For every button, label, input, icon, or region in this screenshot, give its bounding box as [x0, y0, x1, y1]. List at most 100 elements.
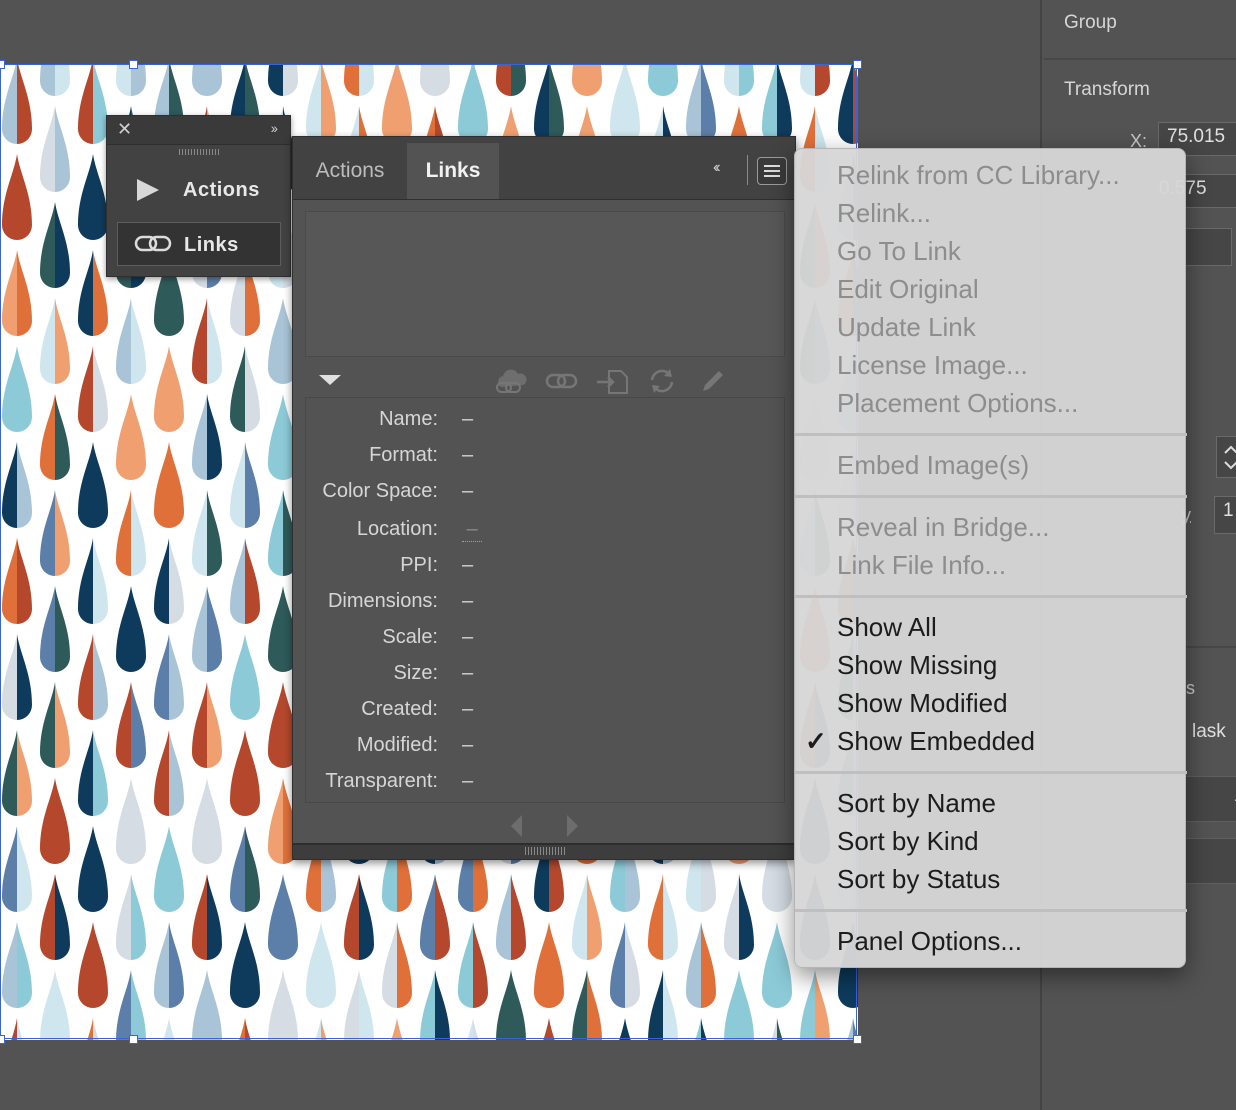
teardrop-shape: [192, 298, 222, 384]
mask-button[interactable]: lask: [1184, 718, 1236, 760]
panel-resize-bar[interactable]: [293, 843, 795, 859]
teardrop-half: [321, 1018, 336, 1040]
selection-handle-top-center[interactable]: [129, 60, 138, 69]
teardrop-shape: [306, 64, 336, 144]
menu-item-relink[interactable]: Relink...: [795, 194, 1187, 232]
teardrop-half: [321, 64, 336, 144]
menu-line: [764, 165, 780, 167]
menu-item-relink-from-cc-library[interactable]: Relink from CC Library...: [795, 156, 1187, 194]
teardrop-shape: [534, 1018, 564, 1040]
teardrop-shape: [154, 442, 184, 528]
teardrop-shape: [534, 64, 564, 144]
next-link-icon[interactable]: [567, 815, 578, 837]
links-list[interactable]: [305, 211, 785, 357]
menu-line: [764, 170, 780, 172]
menu-item-license-image[interactable]: License Image...: [795, 346, 1187, 384]
dock-item-actions[interactable]: Actions: [117, 168, 281, 212]
collapsed-panel-dock: ✕ ›› Actions Links: [106, 115, 291, 277]
tab-actions[interactable]: Actions: [293, 143, 407, 199]
checkmark-icon: ✓: [805, 726, 827, 756]
teardrop-half: [154, 538, 169, 624]
relink-icon[interactable]: [545, 367, 579, 395]
teardrop-half: [154, 346, 169, 432]
rotate-field[interactable]: 1: [1214, 496, 1236, 534]
menu-item-edit-original[interactable]: Edit Original: [795, 270, 1187, 308]
panel-menu-button[interactable]: [757, 157, 787, 185]
teardrop-shape: [192, 586, 222, 672]
collapse-panel-icon[interactable]: ‹‹: [713, 159, 720, 177]
edit-original-icon[interactable]: [697, 367, 727, 395]
info-row-transparent: Transparent: –: [306, 770, 786, 800]
teardrop-half: [192, 586, 207, 672]
menu-item-show-embedded[interactable]: ✓ Show Embedded: [795, 722, 1187, 760]
info-value: –: [462, 554, 474, 576]
drag-grip[interactable]: [179, 149, 219, 155]
selection-handle-top-left[interactable]: [0, 60, 5, 69]
teardrop-half: [207, 682, 222, 768]
close-icon[interactable]: ✕: [117, 119, 132, 140]
teardrop-shape: [610, 1018, 640, 1040]
menu-item-panel-options[interactable]: Panel Options...: [795, 922, 1187, 960]
panel-tab-bar: Actions Links ‹‹: [293, 137, 795, 200]
teardrop-half: [648, 970, 663, 1040]
menu-item-show-modified[interactable]: Show Modified: [795, 684, 1187, 722]
go-to-link-icon[interactable]: [595, 367, 631, 395]
menu-item-sort-by-name[interactable]: Sort by Name: [795, 784, 1187, 822]
teardrop-half: [131, 970, 146, 1040]
menu-item-link-file-info[interactable]: Link File Info...: [795, 546, 1187, 584]
teardrop-half: [55, 682, 70, 768]
resize-grip[interactable]: [525, 847, 565, 855]
selection-handle-top-right[interactable]: [853, 60, 862, 69]
menu-item-placement-options[interactable]: Placement Options...: [795, 384, 1187, 422]
teardrop-shape: [78, 922, 108, 1008]
previous-link-icon[interactable]: [511, 815, 522, 837]
teardrop-half: [40, 682, 55, 768]
teardrop-shape: [382, 1018, 412, 1040]
menu-item-show-all[interactable]: Show All: [795, 608, 1187, 646]
group-label: Group: [1064, 12, 1117, 33]
info-value: –: [462, 480, 474, 502]
selection-handle-bottom-center[interactable]: [129, 1035, 138, 1044]
teardrop-shape: [458, 922, 488, 1008]
menu-item-sort-by-kind[interactable]: Sort by Kind: [795, 822, 1187, 860]
teardrop-half: [169, 730, 184, 816]
selection-handle-bottom-left[interactable]: [0, 1035, 5, 1044]
expand-panels-icon[interactable]: ››: [271, 120, 278, 136]
tab-links[interactable]: Links: [407, 143, 499, 199]
teardrop-shape: [230, 826, 260, 912]
update-link-icon[interactable]: [647, 367, 677, 395]
teardrop-half: [55, 64, 70, 96]
teardrop-shape: [496, 970, 526, 1040]
info-row-size: Size: –: [306, 662, 786, 692]
teardrop-half: [55, 778, 70, 864]
teardrop-shape: [800, 64, 830, 96]
teardrop-shape: [192, 970, 222, 1040]
cc-library-link-icon[interactable]: [493, 367, 531, 395]
teardrop-half: [268, 970, 283, 1040]
dock-item-links[interactable]: Links: [117, 222, 281, 266]
teardrop-shape: [154, 1018, 184, 1040]
menu-item-update-link[interactable]: Update Link: [795, 308, 1187, 346]
partial-button-a[interactable]: A: [1184, 776, 1236, 822]
partial-button-u[interactable]: U: [1184, 838, 1236, 884]
teardrop-shape: [2, 538, 32, 624]
teardrop-half: [55, 298, 70, 384]
teardrop-half: [2, 346, 17, 432]
teardrop-half: [131, 490, 146, 576]
menu-item-show-missing[interactable]: Show Missing: [795, 646, 1187, 684]
show-link-info-toggle[interactable]: [319, 375, 341, 385]
menu-item-sort-by-status[interactable]: Sort by Status: [795, 860, 1187, 898]
teardrop-half: [17, 826, 32, 912]
teardrop-half: [359, 874, 374, 960]
info-value: –: [462, 770, 474, 792]
dock-item-label: Actions: [183, 179, 260, 201]
menu-item-embed-images[interactable]: Embed Image(s): [795, 446, 1187, 484]
menu-item-go-to-link[interactable]: Go To Link: [795, 232, 1187, 270]
teardrop-half: [116, 586, 131, 672]
stepper-control[interactable]: [1216, 436, 1236, 478]
menu-item-reveal-in-bridge[interactable]: Reveal in Bridge...: [795, 508, 1187, 546]
location-link[interactable]: –: [462, 518, 482, 542]
menu-separator: [795, 433, 1187, 436]
info-label: Name:: [379, 408, 438, 430]
selection-handle-bottom-right[interactable]: [853, 1035, 862, 1044]
